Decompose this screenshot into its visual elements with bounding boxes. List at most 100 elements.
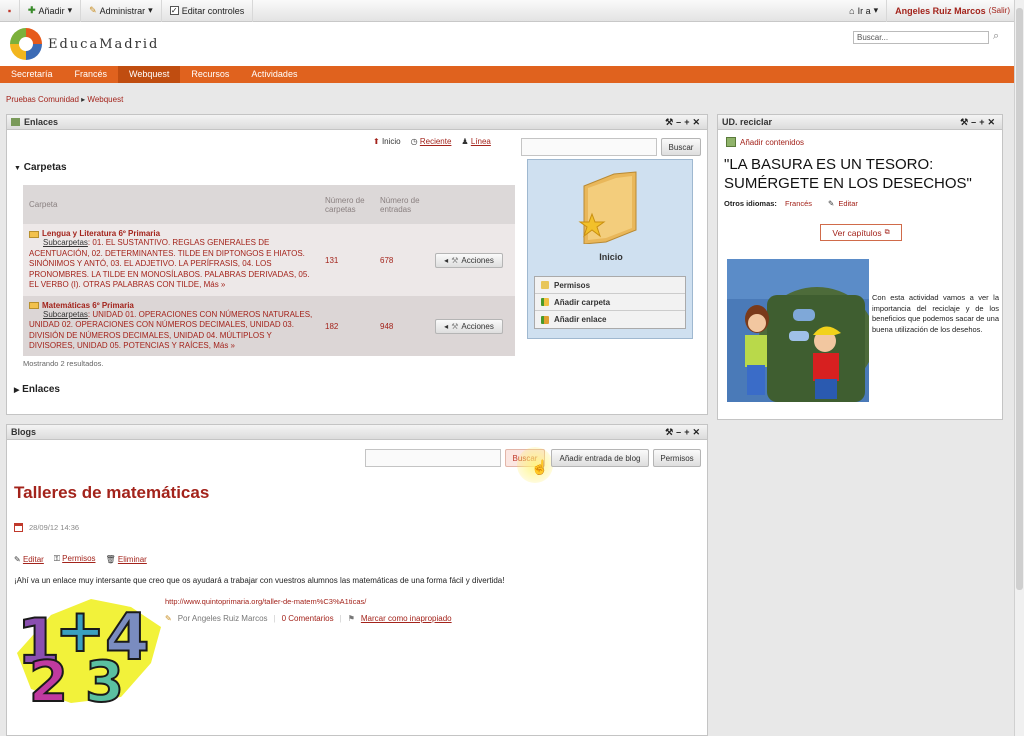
search-input[interactable]: Buscar... <box>853 31 989 44</box>
results-count: Mostrando 2 resultados. <box>23 359 104 368</box>
column-header: Carpeta <box>23 185 319 224</box>
key-icon: ⚿ <box>53 554 60 563</box>
close-icon[interactable]: ✕ <box>692 427 703 437</box>
dock-add-menu[interactable]: ✚ Añadir ▾ <box>20 0 82 22</box>
language-link[interactable]: Francés <box>785 199 812 208</box>
breadcrumb-item[interactable]: Pruebas Comunidad <box>6 95 79 104</box>
table-row: Lengua y Literatura 6º Primaria Subcarpe… <box>23 224 515 296</box>
signout-link[interactable]: (Salir) <box>989 6 1010 15</box>
add-blog-entry-button[interactable]: Añadir entrada de blog <box>551 449 649 467</box>
nav-item-recursos[interactable]: Recursos <box>180 66 240 83</box>
more-link[interactable]: Más » <box>213 341 235 350</box>
portlet-controls[interactable]: ⚒–+✕ <box>665 427 703 438</box>
actions-button[interactable]: ◂ ⚒ Acciones <box>435 318 503 334</box>
post-link[interactable]: http://www.quintoprimaria.org/taller-de-… <box>165 597 366 606</box>
breadcrumb-item[interactable]: Webquest <box>87 95 123 104</box>
chevron-down-icon: ▾ <box>67 5 73 15</box>
edit-icon: ✎ <box>14 554 21 564</box>
activity-description: Con esta actividad vamos a ver la import… <box>872 293 999 334</box>
portlet-controls[interactable]: ⚒–+✕ <box>665 117 703 128</box>
svg-text:2: 2 <box>29 650 68 705</box>
main-nav: Secretaría Francés Webquest Recursos Act… <box>0 66 1014 83</box>
enlaces-search-button[interactable]: Buscar <box>661 138 701 156</box>
folders-heading[interactable]: ▼ Carpetas <box>14 162 67 173</box>
flag-inappropriate-link[interactable]: Marcar como inapropiado <box>361 614 452 623</box>
enlaces-portlet: Enlaces ⚒–+✕ ⬆ Inicio ◷ Reciente ♟ Línea… <box>6 114 708 415</box>
page-scrollbar[interactable] <box>1014 0 1024 736</box>
logo-icon <box>10 28 42 60</box>
hand-cursor-icon: ☝ <box>531 459 549 475</box>
enlaces-search-input[interactable] <box>521 138 657 156</box>
actions-button[interactable]: ◂ ⚒ Acciones <box>435 252 503 268</box>
close-icon[interactable]: ✕ <box>987 117 998 127</box>
edit-post[interactable]: ✎ Editar <box>14 555 44 564</box>
nav-item-secretaria[interactable]: Secretaría <box>0 66 64 83</box>
post-title[interactable]: Talleres de matemáticas <box>14 483 209 503</box>
comments-link[interactable]: 0 Comentarios <box>282 614 334 623</box>
close-icon[interactable]: ✕ <box>692 117 703 127</box>
dock-goto-menu[interactable]: ⌂ Ir a ▾ <box>841 0 888 22</box>
portlet-title-bar: UD. reciclar ⚒–+✕ <box>718 115 1002 130</box>
flag-icon: ⚑ <box>347 614 355 623</box>
table-header-row: Carpeta Número de carpetas Número de ent… <box>23 185 515 224</box>
svg-text:3: 3 <box>85 650 124 705</box>
search-icon[interactable]: ⌕ <box>993 30 999 43</box>
reciclar-portlet: UD. reciclar ⚒–+✕ Añadir contenidos "LA … <box>717 114 1003 420</box>
entry-count: 678 <box>374 224 429 296</box>
nav-item-actividades[interactable]: Actividades <box>240 66 308 83</box>
folders-table: Carpeta Número de carpetas Número de ent… <box>23 185 515 356</box>
view-home[interactable]: ⬆ Inicio <box>373 137 401 146</box>
folder-name[interactable]: Matemáticas 6º Primaria <box>29 301 313 310</box>
key-icon <box>541 281 549 289</box>
edit-link[interactable]: Editar <box>838 199 858 208</box>
triangle-left-icon: ◂ <box>444 321 449 331</box>
folder-side-panel: Inicio Permisos Añadir carpeta Añadir en… <box>527 159 693 339</box>
minimize-icon[interactable]: – <box>676 117 684 127</box>
view-links: ⬆ Inicio ◷ Reciente ♟ Línea <box>373 137 491 146</box>
top-dock: ✚ Añadir ▾ ✎ Administrar ▾ ✓ Editar cont… <box>0 0 1014 22</box>
post-date: 28/09/12 14:36 <box>14 523 79 532</box>
portlet-title: UD. reciclar <box>722 117 773 127</box>
menu-item-add-link[interactable]: Añadir enlace <box>535 311 685 328</box>
column-header: Número de carpetas <box>319 185 374 224</box>
blogs-search-input[interactable] <box>365 449 501 467</box>
article-headline: "LA BASURA ES UN TESORO: SUMÉRGETE EN LO… <box>724 156 972 192</box>
dock-manage-menu[interactable]: ✎ Administrar ▾ <box>81 0 162 22</box>
folder-icon <box>29 230 39 238</box>
wrench-icon[interactable]: ⚒ <box>665 427 676 437</box>
dock-user[interactable]: Angeles Ruiz Marcos (Salir) <box>887 0 1014 22</box>
portlet-controls[interactable]: ⚒–+✕ <box>960 117 998 128</box>
wrench-icon[interactable]: ⚒ <box>665 117 676 127</box>
add-link-icon <box>541 315 549 324</box>
folder-name[interactable]: Lengua y Literatura 6º Primaria <box>29 229 313 238</box>
checkbox-icon[interactable]: ✓ <box>169 6 179 15</box>
more-link[interactable]: Más » <box>204 280 226 289</box>
menu-item-add-folder[interactable]: Añadir carpeta <box>535 294 685 311</box>
view-line[interactable]: ♟ Línea <box>461 137 490 146</box>
add-content-link[interactable]: Añadir contenidos <box>726 137 804 147</box>
menu-item-permissions[interactable]: Permisos <box>535 277 685 294</box>
view-chapters-button[interactable]: Ver capítulos ⧉ <box>820 224 902 241</box>
post-permissions[interactable]: ⚿ Permisos <box>54 554 96 564</box>
other-languages: Otros idiomas: Francés ✎ Editar <box>724 199 858 208</box>
wrench-icon[interactable]: ⚒ <box>960 117 971 127</box>
view-recent[interactable]: ◷ Reciente <box>411 137 452 146</box>
scrollbar-thumb[interactable] <box>1016 8 1023 590</box>
triangle-down-icon: ▼ <box>14 165 21 172</box>
delete-post[interactable]: 🗑 Eliminar <box>106 555 147 564</box>
blogs-permissions-button[interactable]: Permisos <box>653 449 701 467</box>
minimize-icon[interactable]: – <box>676 427 684 437</box>
trash-icon: 🗑 <box>105 554 116 564</box>
links-heading[interactable]: ▶ Enlaces <box>14 384 60 395</box>
dock-home-button[interactable] <box>0 0 20 22</box>
nav-item-webquest[interactable]: Webquest <box>118 66 181 83</box>
entry-count: 948 <box>374 296 429 356</box>
educamadrid-logo[interactable]: EducaMadrid <box>10 28 159 60</box>
breadcrumb: Pruebas Comunidad ▸ Webquest <box>6 95 123 104</box>
nav-item-frances[interactable]: Francés <box>64 66 119 83</box>
folder-count: 131 <box>319 224 374 296</box>
post-body: ¡Ahí va un enlace muy intersante que cre… <box>14 576 505 585</box>
side-title: Inicio <box>599 252 623 262</box>
dock-edit-controls[interactable]: ✓ Editar controles <box>162 0 254 22</box>
minimize-icon[interactable]: – <box>971 117 979 127</box>
